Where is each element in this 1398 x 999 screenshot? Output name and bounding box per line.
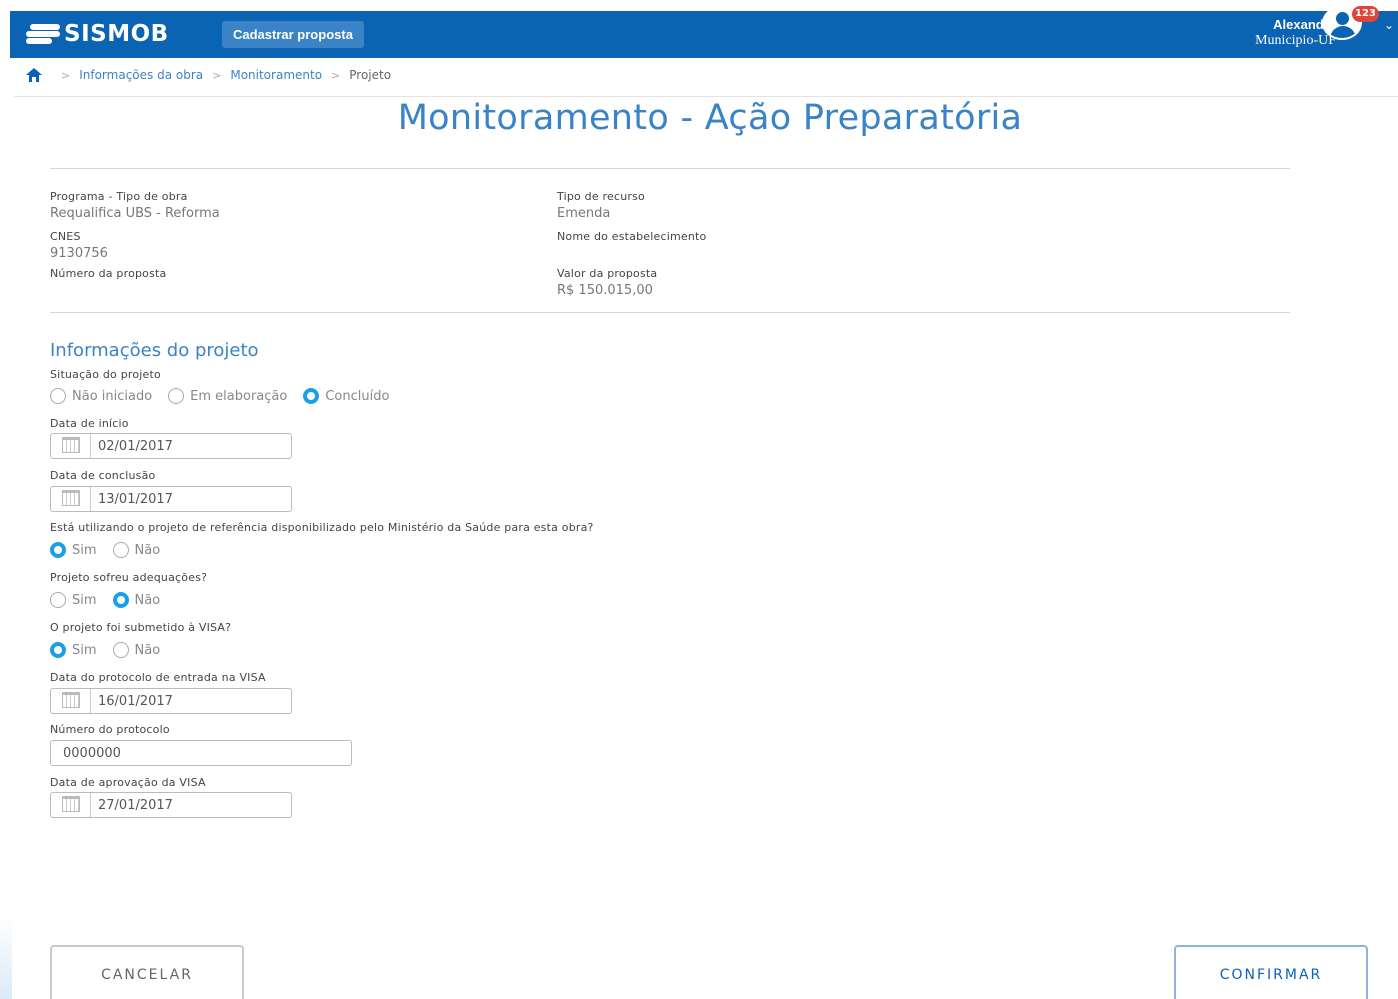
breadcrumb-current: Projeto (349, 68, 392, 82)
breadcrumb-item-monitoramento[interactable]: Monitoramento (230, 68, 322, 82)
valor-proposta-value: R$ 150.015,00 (557, 283, 653, 298)
radio-button-selected[interactable] (50, 542, 66, 558)
decorative-strip (0, 915, 12, 999)
radio-button[interactable] (50, 388, 66, 404)
breadcrumb-separator: > (212, 68, 222, 82)
radio-button-selected[interactable] (303, 388, 320, 404)
protocolo-numero-label: Número do protocolo (50, 723, 170, 736)
divider (50, 312, 1290, 313)
radio-adequacoes-sim[interactable]: Sim (50, 592, 97, 608)
cnes-value: 9130756 (50, 246, 108, 261)
estabelecimento-label: Nome do estabelecimento (557, 230, 707, 243)
programa-label: Programa - Tipo de obra (50, 190, 188, 203)
data-inicio-input[interactable] (91, 438, 281, 454)
aprovacao-label: Data de aprovação da VISA (50, 776, 206, 789)
situacao-radio-group: Não iniciado Em elaboração Concluído (50, 388, 405, 404)
section-title: Informações do projeto (50, 340, 259, 361)
logo-text: SISMOB (64, 21, 169, 47)
calendar-button[interactable] (51, 689, 91, 713)
user-municipio: Municipio-UF (1255, 33, 1336, 48)
calendar-icon (61, 796, 80, 812)
home-icon[interactable] (26, 68, 42, 82)
chevron-down-icon[interactable]: ⌄ (1384, 18, 1394, 32)
cadastrar-proposta-button[interactable]: Cadastrar proposta (222, 21, 364, 48)
breadcrumb-separator: > (331, 68, 341, 82)
data-inicio-field[interactable] (50, 433, 292, 459)
data-inicio-label: Data de início (50, 417, 129, 430)
sismob-logo[interactable]: SISMOB (26, 20, 169, 48)
calendar-button[interactable] (51, 793, 91, 817)
programa-value: Requalifica UBS - Reforma (50, 206, 220, 221)
breadcrumb-item-informacoes[interactable]: Informações da obra (79, 68, 203, 82)
data-conclusao-label: Data de conclusão (50, 469, 156, 482)
referencia-label: Está utilizando o projeto de referência … (50, 521, 594, 534)
radio-button[interactable] (50, 592, 66, 608)
radio-visa-sim[interactable]: Sim (50, 642, 97, 658)
data-conclusao-field[interactable] (50, 486, 292, 512)
data-conclusao-input[interactable] (91, 491, 281, 507)
radio-em-elaboracao[interactable]: Em elaboração (168, 388, 287, 404)
radio-concluido[interactable]: Concluído (303, 388, 389, 404)
radio-referencia-nao[interactable]: Não (112, 542, 160, 558)
tipo-recurso-value: Emenda (557, 206, 611, 221)
calendar-icon (61, 692, 80, 708)
adequacoes-radio-group: Sim Não (50, 592, 176, 608)
radio-button-selected[interactable] (50, 642, 66, 658)
valor-proposta-label: Valor da proposta (557, 267, 658, 280)
adequacoes-label: Projeto sofreu adequações? (50, 571, 208, 584)
breadcrumb-divider (14, 96, 1398, 97)
visa-label: O projeto foi submetido à VISA? (50, 621, 232, 634)
numero-proposta-label: Número da proposta (50, 267, 167, 280)
breadcrumb: > Informações da obra > Monitoramento > … (26, 68, 391, 82)
radio-referencia-sim[interactable]: Sim (50, 542, 97, 558)
radio-button[interactable] (112, 642, 129, 658)
calendar-button[interactable] (51, 487, 91, 511)
notification-badge[interactable]: 123 (1352, 6, 1379, 22)
cnes-label: CNES (50, 230, 81, 243)
radio-button-selected[interactable] (112, 592, 129, 608)
confirm-button[interactable]: CONFIRMAR (1174, 945, 1368, 999)
radio-button[interactable] (112, 542, 129, 558)
radio-visa-nao[interactable]: Não (112, 642, 160, 658)
tipo-recurso-label: Tipo de recurso (557, 190, 645, 203)
page-title: Monitoramento - Ação Preparatória (397, 98, 1023, 138)
protocolo-data-field[interactable] (50, 688, 292, 714)
radio-nao-iniciado[interactable]: Não iniciado (50, 388, 152, 404)
divider (50, 168, 1290, 169)
breadcrumb-separator: > (61, 68, 71, 82)
referencia-radio-group: Sim Não (50, 542, 176, 558)
radio-adequacoes-nao[interactable]: Não (112, 592, 160, 608)
situacao-label: Situação do projeto (50, 368, 161, 381)
protocolo-data-label: Data do protocolo de entrada na VISA (50, 671, 266, 684)
top-navbar: SISMOB Cadastrar proposta Alexandre Muni… (10, 11, 1398, 58)
aprovacao-field[interactable] (50, 792, 292, 818)
aprovacao-input[interactable] (91, 797, 281, 813)
calendar-icon (61, 437, 80, 453)
calendar-icon (61, 490, 80, 506)
radio-button[interactable] (168, 388, 185, 404)
visa-radio-group: Sim Não (50, 642, 176, 658)
protocolo-numero-input[interactable] (50, 740, 352, 766)
cancel-button[interactable]: CANCELAR (50, 945, 244, 999)
calendar-button[interactable] (51, 434, 91, 458)
protocolo-data-input[interactable] (91, 693, 281, 709)
logo-icon (26, 22, 60, 46)
